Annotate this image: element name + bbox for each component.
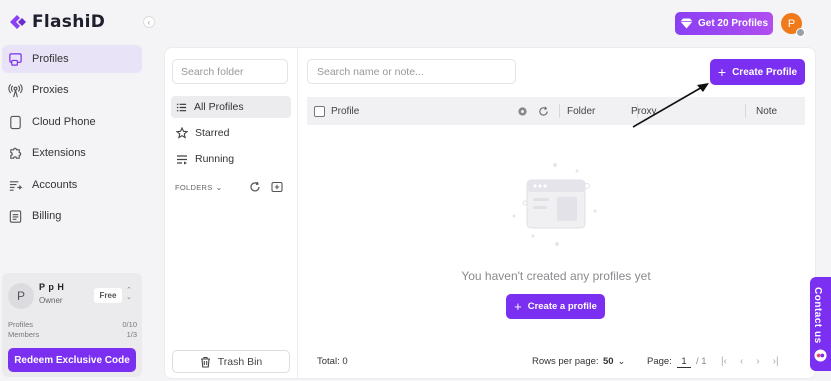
page-label: Page: (647, 356, 672, 367)
folder-item-label: Starred (195, 127, 230, 139)
sidebar-item-accounts[interactable]: Accounts (2, 171, 142, 199)
add-folder-icon[interactable] (271, 181, 283, 193)
chevron-down-icon: ⌄ (215, 183, 223, 192)
accounts-icon (9, 180, 23, 191)
folder-search-input[interactable]: Search folder (172, 59, 288, 84)
sidebar-item-label: Proxies (32, 84, 69, 96)
rows-per-page: Rows per page: (532, 356, 599, 367)
chevron-updown-icon[interactable]: ⌃ ⌄ (126, 287, 132, 301)
get-profiles-button[interactable]: Get 20 Profiles (675, 12, 773, 35)
rows-per-page-label: Rows per page: (532, 356, 599, 367)
plus-icon: + (514, 299, 522, 314)
chevron-down-icon: ⌄ (617, 356, 626, 366)
list-icon (176, 103, 187, 111)
star-icon (176, 127, 188, 139)
profiles-usage: Profiles 0/10 (8, 320, 137, 329)
folder-running[interactable]: Running (171, 148, 291, 170)
puzzle-icon (10, 147, 22, 159)
members-usage-label: Members (8, 330, 40, 339)
prev-page-icon[interactable]: ‹ (740, 356, 743, 367)
antenna-icon (8, 83, 23, 97)
members-usage-value: 1/3 (126, 330, 137, 339)
plus-icon: + (717, 64, 727, 80)
folders-section-label: FOLDERS (175, 183, 213, 192)
user-name: P p H (39, 282, 65, 292)
sidebar-item-label: Billing (32, 210, 62, 222)
contact-us-tab[interactable]: Contact us (810, 277, 831, 371)
select-all-checkbox[interactable] (314, 97, 325, 125)
empty-state-illustration (512, 163, 597, 246)
column-folder[interactable]: Folder (567, 97, 595, 125)
collapse-sidebar-button[interactable]: ‹ (143, 16, 155, 28)
billing-icon (9, 209, 22, 223)
profiles-icon (9, 52, 22, 66)
app-name: FlashiD (32, 12, 106, 32)
redeem-code-button[interactable]: Redeem Exclusive Code (8, 348, 136, 372)
create-profile-label: Create Profile (732, 66, 798, 78)
folder-actions (249, 181, 283, 193)
column-note[interactable]: Note (756, 97, 777, 125)
folder-starred[interactable]: Starred (171, 122, 291, 144)
chevron-left-icon: ‹ (147, 17, 151, 27)
sidebar-item-cloud-phone[interactable]: Cloud Phone (2, 108, 142, 136)
rows-per-page-select[interactable]: 50 ⌄ (603, 356, 625, 367)
trash-bin-button[interactable]: Trash Bin (172, 350, 290, 373)
folders-section-toggle[interactable]: FOLDERS ⌄ (175, 183, 223, 192)
chat-icon (814, 349, 827, 362)
create-a-profile-label: Create a profile (527, 301, 597, 312)
sidebar-item-label: Accounts (32, 179, 78, 191)
contact-us-label: Contact us (812, 287, 823, 344)
settings-badge-icon (796, 28, 805, 37)
plan-badge: Free (94, 288, 122, 303)
sidebar-item-extensions[interactable]: Extensions (2, 139, 142, 167)
next-page-icon[interactable]: › (756, 356, 759, 367)
profiles-panel: Search folder All Profiles Starred Runni… (164, 47, 816, 379)
page-input[interactable]: 1 (677, 356, 691, 368)
sidebar-item-profiles[interactable]: Profiles (2, 45, 142, 73)
profiles-usage-value: 0/10 (122, 320, 137, 329)
folder-item-label: All Profiles (194, 101, 244, 113)
folder-item-label: Running (195, 153, 235, 165)
profiles-usage-label: Profiles (8, 320, 34, 329)
rows-per-page-value: 50 (603, 356, 614, 367)
members-usage: Members 1/3 (8, 330, 137, 339)
get-profiles-label: Get 20 Profiles (697, 18, 769, 29)
trash-icon (200, 356, 210, 368)
empty-state-message: You haven't created any profiles yet (461, 269, 651, 283)
refresh-icon (539, 106, 548, 116)
flashid-logo-icon (10, 15, 26, 29)
diamond-icon (680, 18, 693, 29)
trash-bin-label: Trash Bin (217, 355, 263, 368)
user-avatar[interactable]: P (8, 283, 34, 309)
refresh-icon[interactable] (249, 181, 261, 193)
create-profile-button[interactable]: + Create Profile (710, 59, 805, 85)
sidebar-item-label: Profiles (32, 53, 69, 65)
sidebar: FlashiD ‹ Profiles Proxies Cloud Phone E… (0, 0, 155, 381)
annotation-arrow (632, 83, 709, 128)
pagination-controls: |‹ ‹ › ›| (721, 356, 779, 367)
first-page-icon[interactable]: |‹ (721, 356, 727, 367)
column-settings-icon[interactable] (517, 97, 528, 125)
sidebar-item-label: Cloud Phone (32, 116, 96, 128)
create-a-profile-button[interactable]: + Create a profile (506, 294, 605, 319)
gear-icon (518, 106, 527, 116)
table-refresh-icon[interactable] (538, 97, 549, 125)
profile-search-input[interactable]: Search name or note... (307, 59, 516, 84)
last-page-icon[interactable]: ›| (773, 356, 779, 367)
page-total: / 1 (696, 356, 707, 367)
folder-all-profiles[interactable]: All Profiles (171, 96, 291, 118)
app-logo[interactable]: FlashiD (8, 12, 105, 32)
table-header: Profile Folder Proxy Note (307, 97, 805, 125)
user-card: P P p H Owner Free ⌃ ⌄ Profiles 0/10 Memb… (2, 273, 142, 377)
sidebar-item-proxies[interactable]: Proxies (2, 76, 142, 104)
sidebar-item-label: Extensions (32, 147, 86, 159)
column-profile[interactable]: Profile (331, 97, 359, 125)
running-icon (177, 154, 187, 164)
total-count: Total: 0 (317, 356, 348, 367)
phone-icon (10, 115, 21, 129)
folder-column: Search folder All Profiles Starred Runni… (165, 48, 298, 378)
user-role: Owner (39, 296, 63, 305)
sidebar-item-billing[interactable]: Billing (2, 202, 142, 230)
